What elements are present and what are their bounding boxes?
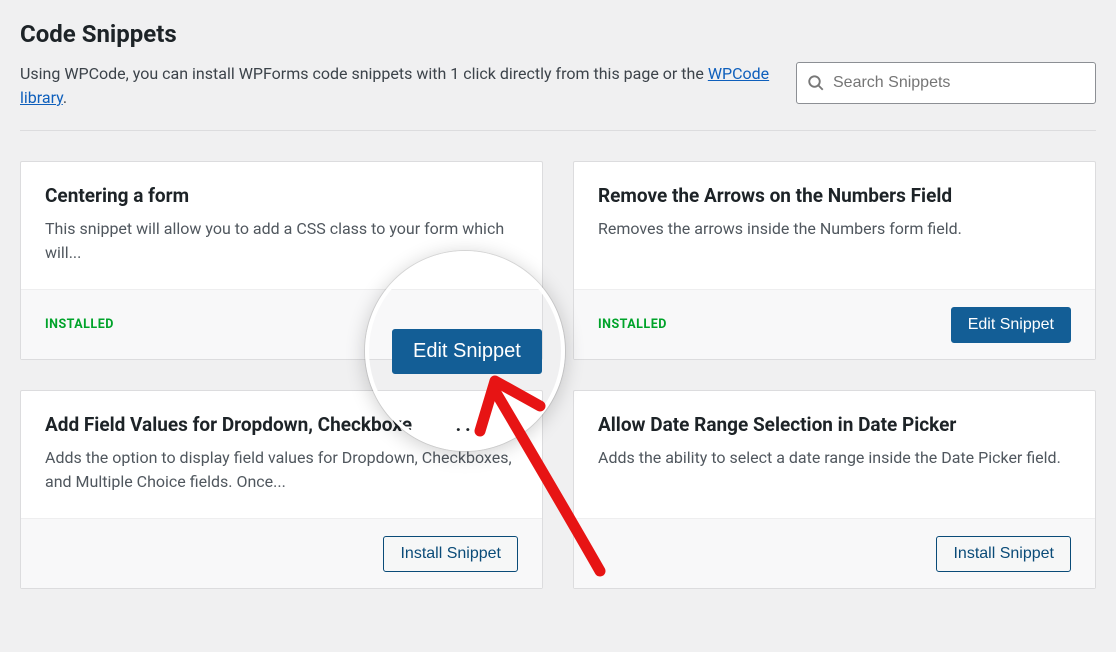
install-snippet-button[interactable]: Install Snippet: [936, 536, 1071, 572]
search-input[interactable]: [833, 74, 1085, 92]
snippet-desc: Adds the ability to select a date range …: [598, 446, 1071, 470]
snippet-card: Allow Date Range Selection in Date Picke…: [573, 390, 1096, 589]
page-title: Code Snippets: [20, 20, 796, 48]
snippet-title: Centering a form: [45, 184, 518, 207]
snippet-card: Remove the Arrows on the Numbers Field R…: [573, 161, 1096, 360]
snippet-title: Remove the Arrows on the Numbers Field: [598, 184, 1071, 207]
edit-snippet-button-highlighted[interactable]: Edit Snippet: [392, 329, 542, 374]
installed-badge: INSTALLED: [45, 317, 114, 332]
snippet-title: Add Field Values for Dropdown, Checkboxe…: [45, 413, 518, 436]
snippet-desc: This snippet will allow you to add a CSS…: [45, 217, 518, 265]
edit-snippet-button[interactable]: Edit Snippet: [951, 307, 1071, 343]
snippet-desc: Removes the arrows inside the Numbers fo…: [598, 217, 1071, 241]
snippet-desc: Adds the option to display field values …: [45, 446, 518, 494]
install-snippet-button[interactable]: Install Snippet: [383, 536, 518, 572]
subtitle-suffix: .: [63, 88, 67, 107]
page-subtitle: Using WPCode, you can install WPForms co…: [20, 62, 796, 110]
search-icon: [807, 74, 825, 92]
snippet-title: Allow Date Range Selection in Date Picke…: [598, 413, 1071, 436]
divider: [20, 130, 1096, 131]
installed-badge: INSTALLED: [598, 317, 667, 332]
snippet-card: Add Field Values for Dropdown, Checkboxe…: [20, 390, 543, 589]
subtitle-prefix: Using WPCode, you can install WPForms co…: [20, 64, 708, 83]
search-box[interactable]: [796, 62, 1096, 104]
